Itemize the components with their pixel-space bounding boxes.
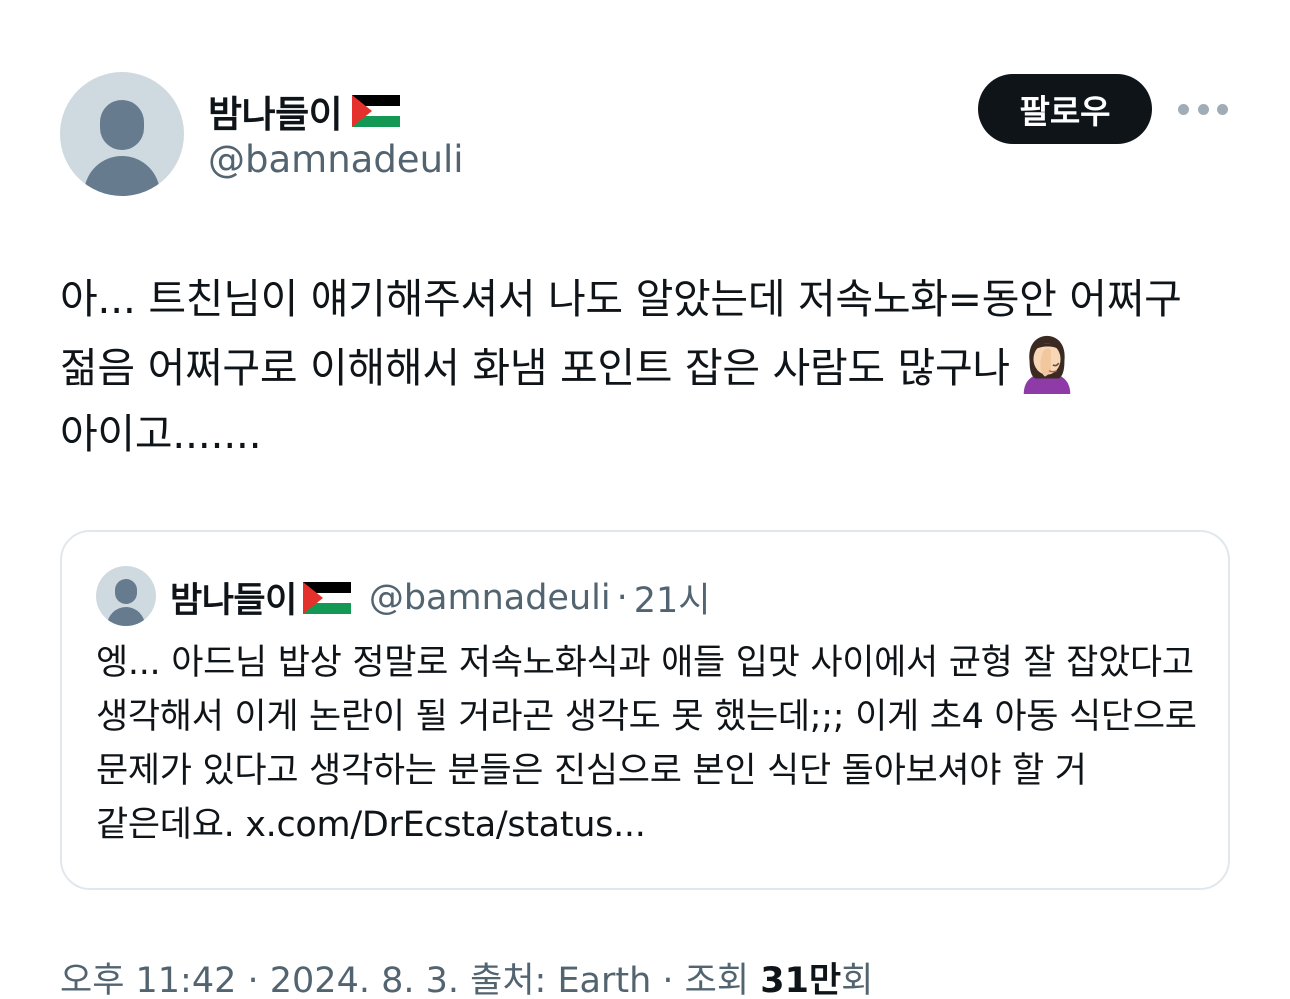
quoted-handle: @bamnadeuli [368,577,611,618]
dot [1178,103,1189,115]
tweet-detail: 밤나들이 @bamnadeuli 팔로우 아... 트친님이 얘기해주셔서 나도… [0,0,1290,999]
quoted-author-avatar [96,566,156,626]
avatar-body-shape [107,607,145,626]
avatar-body-shape [84,156,160,196]
avatar-head-shape [100,100,144,150]
palestine-flag-icon [302,581,351,614]
more-dots-icon[interactable] [1178,92,1228,126]
quoted-time: 21시 [633,581,711,621]
views-suffix: 회 [841,961,874,999]
tweet-text-end: 아이고....... [60,410,262,458]
follow-button[interactable]: 팔로우 [978,74,1152,144]
author-name-row[interactable]: 밤나들이 [208,84,401,138]
separator-dot: · [616,577,628,618]
tweet-meta: 오후 11:42 · 2024. 8. 3. 출처: Earth · 조회 31… [60,952,873,999]
palestine-flag-icon [352,95,401,127]
quoted-tweet-card[interactable]: 밤나들이 @bamnadeuli · 21시 엥... 아드님 밥상 정말로 저… [60,530,1230,890]
author-handle[interactable]: @bamnadeuli [208,138,464,181]
dot [1217,103,1228,115]
tweet-text-main: 아... 트친님이 얘기해주셔서 나도 알았는데 저속노화=동안 어쩌구 젊음 … [60,275,1182,392]
avatar-head-shape [115,579,137,604]
dot [1197,103,1209,115]
tweet-text: 아... 트친님이 얘기해주셔서 나도 알았는데 저속노화=동안 어쩌구 젊음 … [60,266,1240,467]
timestamp-source[interactable]: 오후 11:42 · 2024. 8. 3. 출처: Earth · 조회 [60,961,760,999]
views-count: 31만 [760,961,842,999]
author-avatar[interactable] [60,72,184,196]
quoted-tweet-text: 엥... 아드님 밥상 정말로 저속노화식과 애들 입맛 사이에서 균형 잘 잡… [96,643,1197,845]
quoted-header: 밤나들이 @bamnadeuli · 21시 [170,572,710,623]
author-display-name[interactable]: 밤나들이 [208,84,343,138]
woman-facepalming-emoji-icon [1016,332,1078,394]
quoted-display-name: 밤나들이 [170,581,297,621]
